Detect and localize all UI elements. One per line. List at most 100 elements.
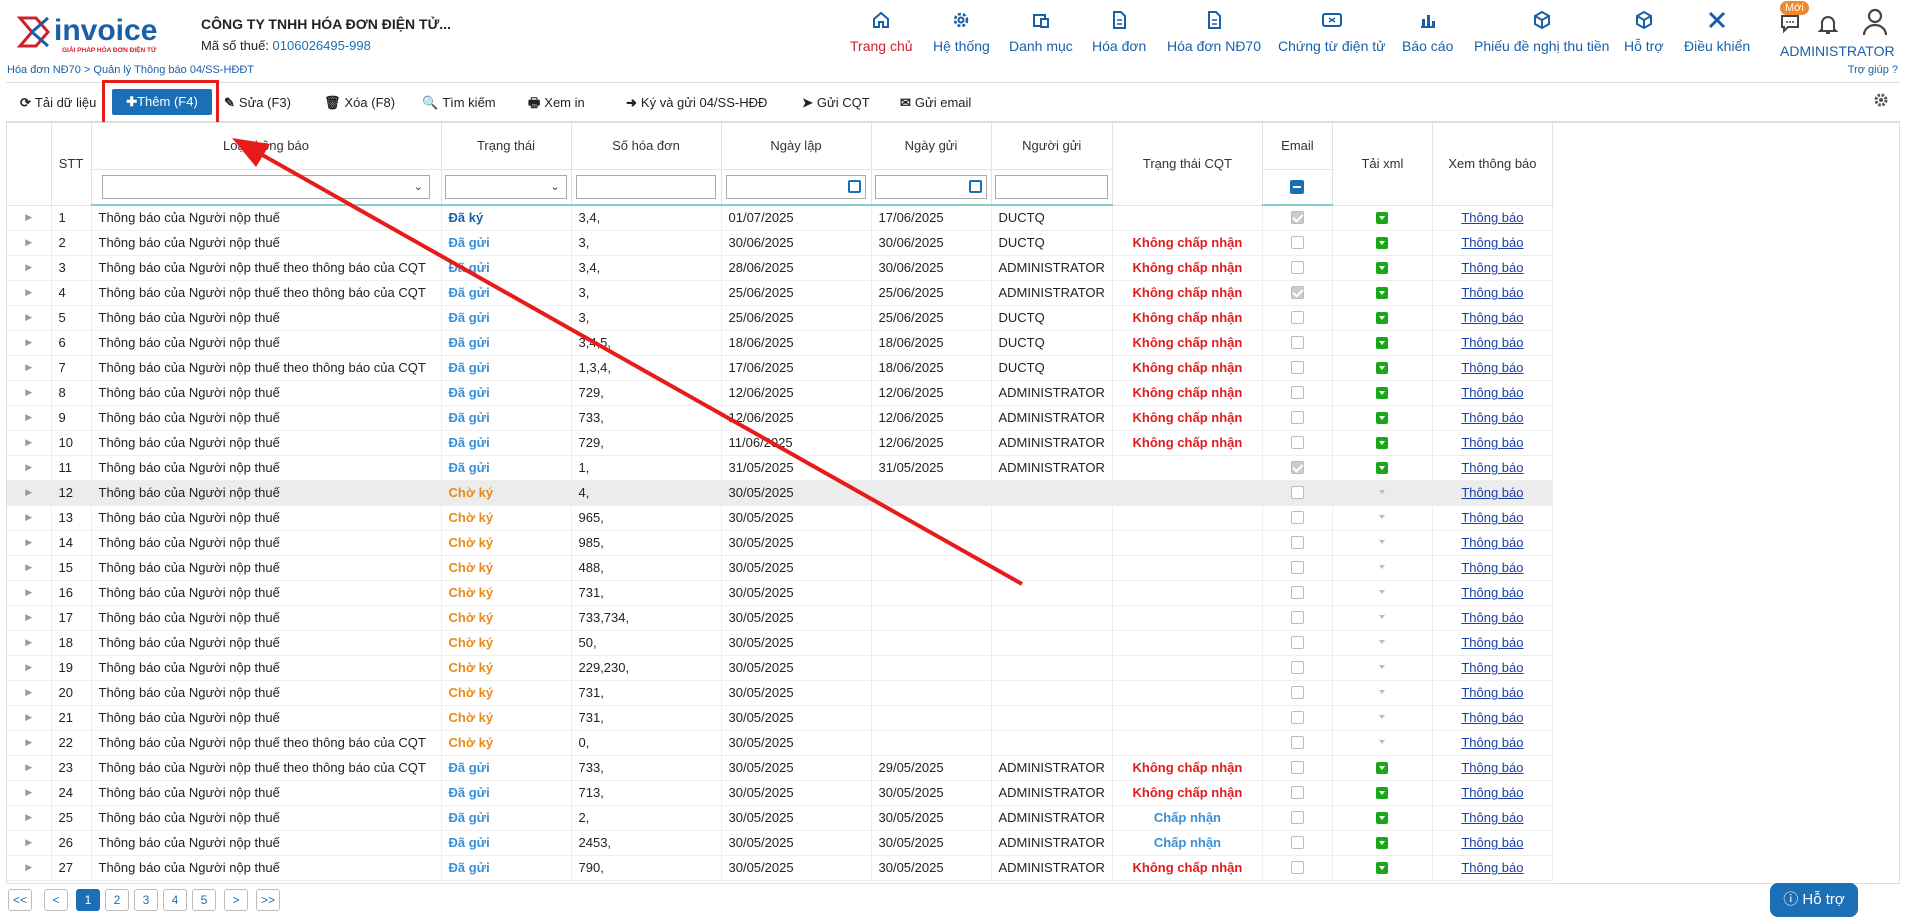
- row-expand-icon[interactable]: ▶: [7, 480, 52, 506]
- view-notice-link[interactable]: Thông báo: [1432, 655, 1553, 681]
- download-icon[interactable]: [1376, 737, 1388, 749]
- row-expand-icon[interactable]: ▶: [7, 430, 52, 456]
- view-notice-link[interactable]: Thông báo: [1432, 280, 1553, 306]
- view-notice-link[interactable]: Thông báo: [1432, 705, 1553, 731]
- nav-hoa-don[interactable]: Hóa đơn: [1092, 10, 1146, 60]
- email-checkbox[interactable]: [1290, 461, 1304, 474]
- table-row[interactable]: ▶ 6 Thông báo của Người nộp thuế Đã gửi 3,4,…: [7, 330, 1553, 356]
- col-invoice-no[interactable]: Số hóa đơn: [571, 123, 722, 170]
- reload-button[interactable]: ⟳ Tải dữ liệu: [20, 83, 96, 123]
- row-expand-icon[interactable]: ▶: [7, 680, 52, 706]
- sent-date-filter[interactable]: [875, 174, 987, 199]
- email-checkbox[interactable]: [1290, 211, 1304, 225]
- col-email[interactable]: Email: [1262, 123, 1333, 170]
- email-checkbox[interactable]: [1290, 636, 1304, 649]
- table-row[interactable]: ▶ 18 Thông báo của Người nộp thuế Chờ ký 50,…: [7, 630, 1553, 656]
- row-expand-icon[interactable]: ▶: [7, 855, 52, 881]
- row-expand-icon[interactable]: ▶: [7, 805, 52, 831]
- row-expand-icon[interactable]: ▶: [7, 455, 52, 481]
- print-button[interactable]: 🖶 Xem in: [528, 83, 585, 123]
- page-2-button[interactable]: 2: [105, 889, 129, 911]
- table-row[interactable]: ▶ 16 Thông báo của Người nộp thuế Chờ ký 731…: [7, 580, 1553, 606]
- view-notice-link[interactable]: Thông báo: [1432, 255, 1553, 281]
- email-checkbox[interactable]: [1290, 536, 1304, 549]
- row-expand-icon[interactable]: ▶: [7, 230, 52, 256]
- nav-bao-cao[interactable]: Báo cáo: [1402, 10, 1453, 60]
- email-checkbox[interactable]: [1290, 411, 1304, 424]
- send-email-button[interactable]: ✉ Gửi email: [900, 83, 971, 123]
- row-expand-icon[interactable]: ▶: [7, 755, 52, 781]
- view-notice-link[interactable]: Thông báo: [1432, 630, 1553, 656]
- page-4-button[interactable]: 4: [163, 889, 187, 911]
- chat-icon[interactable]: [1779, 12, 1801, 37]
- col-sent[interactable]: Ngày gửi: [871, 123, 992, 170]
- view-notice-link[interactable]: Thông báo: [1432, 230, 1553, 256]
- last-page-button[interactable]: >>: [256, 889, 281, 911]
- row-expand-icon[interactable]: ▶: [7, 305, 52, 331]
- search-button[interactable]: 🔍 Tìm kiếm: [422, 83, 496, 123]
- col-type[interactable]: Loại thông báo: [91, 123, 442, 170]
- row-expand-icon[interactable]: ▶: [7, 330, 52, 356]
- download-icon[interactable]: [1376, 712, 1388, 724]
- email-checkbox[interactable]: [1290, 711, 1304, 724]
- col-created[interactable]: Ngày lập: [721, 123, 872, 170]
- download-icon[interactable]: [1376, 811, 1389, 824]
- nav-ho-tro[interactable]: Hỗ trợ: [1624, 10, 1664, 60]
- row-expand-icon[interactable]: ▶: [7, 630, 52, 656]
- email-checkbox[interactable]: [1290, 736, 1304, 749]
- nav-phieu-de-nghi[interactable]: Phiếu đề nghị thu tiền: [1474, 10, 1609, 60]
- created-date-filter[interactable]: [725, 174, 867, 199]
- table-row[interactable]: ▶ 11 Thông báo của Người nộp thuế Đã gửi 1, 3…: [7, 455, 1553, 481]
- email-checkbox[interactable]: [1290, 661, 1304, 674]
- view-notice-link[interactable]: Thông báo: [1432, 430, 1553, 456]
- row-expand-icon[interactable]: ▶: [7, 405, 52, 431]
- table-row[interactable]: ▶ 23 Thông báo của Người nộp thuế theo thô…: [7, 755, 1553, 781]
- view-notice-link[interactable]: Thông báo: [1432, 830, 1553, 856]
- email-checkbox[interactable]: [1290, 511, 1304, 524]
- col-cqt[interactable]: Trạng thái CQT: [1112, 123, 1263, 206]
- view-notice-link[interactable]: Thông báo: [1432, 755, 1553, 781]
- bell-icon[interactable]: [1816, 12, 1840, 39]
- view-notice-link[interactable]: Thông báo: [1432, 505, 1553, 531]
- download-icon[interactable]: [1376, 211, 1389, 224]
- row-expand-icon[interactable]: ▶: [7, 830, 52, 856]
- email-checkbox[interactable]: [1290, 811, 1304, 824]
- table-row[interactable]: ▶ 25 Thông báo của Người nộp thuế Đã gửi 2, 3…: [7, 805, 1553, 831]
- row-expand-icon[interactable]: ▶: [7, 605, 52, 631]
- row-expand-icon[interactable]: ▶: [7, 580, 52, 606]
- prev-page-button[interactable]: <: [44, 889, 68, 911]
- first-page-button[interactable]: <<: [8, 889, 33, 911]
- sender-filter-input[interactable]: [995, 174, 1109, 199]
- table-row[interactable]: ▶ 21 Thông báo của Người nộp thuế Chờ ký 731…: [7, 705, 1553, 731]
- view-notice-link[interactable]: Thông báo: [1432, 305, 1553, 331]
- table-row[interactable]: ▶ 5 Thông báo của Người nộp thuế Đã gửi 3, 25…: [7, 305, 1553, 331]
- nav-he-thong[interactable]: Hệ thống: [933, 10, 990, 60]
- table-row[interactable]: ▶ 10 Thông báo của Người nộp thuế Đã gửi 729…: [7, 430, 1553, 456]
- table-row[interactable]: ▶ 1 Thông báo của Người nộp thuế Đã ký 3,4, 0…: [7, 205, 1553, 231]
- page-3-button[interactable]: 3: [134, 889, 158, 911]
- edit-button[interactable]: ✎ Sửa (F3): [224, 83, 291, 123]
- sign-send-button[interactable]: ➜ Ký và gửi 04/SS-HĐĐ: [626, 83, 767, 123]
- nav-hoa-don-nd70[interactable]: Hóa đơn NĐ70: [1167, 10, 1261, 60]
- nav-trang-chu[interactable]: Trang chủ: [850, 10, 913, 60]
- calendar-icon[interactable]: [968, 179, 982, 193]
- row-expand-icon[interactable]: ▶: [7, 255, 52, 281]
- row-expand-icon[interactable]: ▶: [7, 530, 52, 556]
- table-row[interactable]: ▶ 17 Thông báo của Người nộp thuế Chờ ký 733…: [7, 605, 1553, 631]
- download-icon[interactable]: [1376, 587, 1388, 599]
- download-icon[interactable]: [1376, 512, 1388, 524]
- page-5-button[interactable]: 5: [192, 889, 216, 911]
- nav-danh-muc[interactable]: Danh mục: [1009, 10, 1073, 60]
- table-row[interactable]: ▶ 20 Thông báo của Người nộp thuế Chờ ký 731…: [7, 680, 1553, 706]
- view-notice-link[interactable]: Thông báo: [1432, 580, 1553, 606]
- row-expand-icon[interactable]: ▶: [7, 280, 52, 306]
- download-icon[interactable]: [1376, 286, 1389, 299]
- row-expand-icon[interactable]: ▶: [7, 555, 52, 581]
- download-icon[interactable]: [1376, 436, 1389, 449]
- table-row[interactable]: ▶ 24 Thông báo của Người nộp thuế Đã gửi 713…: [7, 780, 1553, 806]
- download-icon[interactable]: [1376, 786, 1389, 799]
- download-icon[interactable]: [1376, 836, 1389, 849]
- table-row[interactable]: ▶ 14 Thông báo của Người nộp thuế Chờ ký 985…: [7, 530, 1553, 556]
- view-notice-link[interactable]: Thông báo: [1432, 855, 1553, 881]
- download-icon[interactable]: [1376, 487, 1388, 499]
